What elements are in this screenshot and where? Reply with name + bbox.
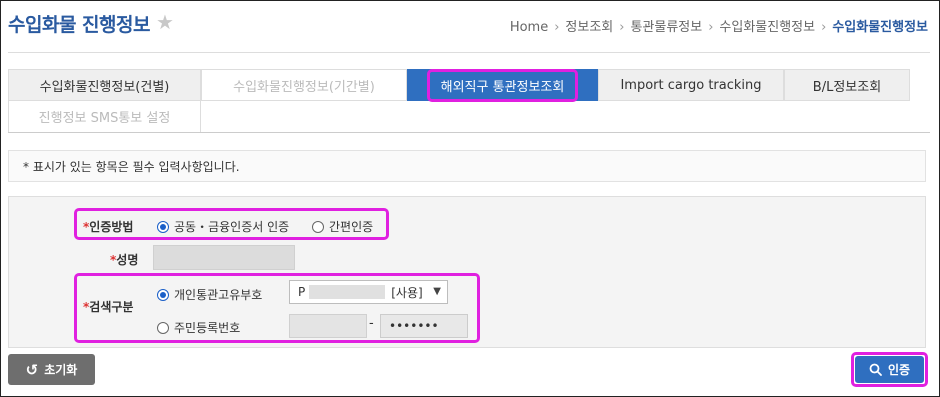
chevron-right-icon: › bbox=[619, 20, 625, 35]
rrn-front-field[interactable] bbox=[289, 314, 367, 338]
breadcrumb-home[interactable]: Home bbox=[510, 20, 548, 35]
rrn-option[interactable]: 주민등록번호 bbox=[157, 319, 240, 336]
radio-selected-icon[interactable] bbox=[157, 220, 169, 233]
customs-code-select[interactable]: P [사용] ▼ bbox=[289, 280, 448, 304]
radio-icon[interactable] bbox=[312, 220, 324, 233]
tab-bar: 수입화물진행정보(건별) 수입화물진행정보(기간별) 해외직구 통관정보조회 I… bbox=[8, 69, 910, 133]
search-type-label: *검색구분 bbox=[83, 300, 134, 314]
tab-sms-notification[interactable]: 진행정보 SMS통보 설정 bbox=[8, 101, 201, 133]
name-field[interactable] bbox=[153, 245, 295, 270]
required-notice: * 표시가 있는 항목은 필수 입력사항입니다. bbox=[8, 150, 926, 182]
auth-simple-option[interactable]: 간편인증 bbox=[312, 218, 373, 235]
tab-overseas-direct-purchase[interactable]: 해외직구 통관정보조회 bbox=[407, 69, 598, 101]
chevron-right-icon: › bbox=[821, 20, 827, 35]
header-divider bbox=[8, 52, 930, 53]
breadcrumb: Home › 정보조회 › 통관물류정보 › 수입화물진행정보 › 수입화물진행정보 bbox=[510, 16, 928, 35]
breadcrumb-item[interactable]: 통관물류정보 bbox=[630, 20, 702, 35]
search-form: *인증방법 공동・금융인증서 인증 간편인증 *성명 *검색구분 개인통관고유부… bbox=[8, 196, 926, 348]
page-title: 수입화물 진행정보 bbox=[8, 14, 150, 36]
tab-import-cargo-by-case[interactable]: 수입화물진행정보(건별) bbox=[8, 69, 201, 101]
breadcrumb-item[interactable]: 정보조회 bbox=[565, 20, 613, 35]
auth-method-label: *인증방법 bbox=[83, 220, 134, 234]
tab-divider bbox=[8, 132, 930, 133]
breadcrumb-current: 수입화물진행정보 bbox=[832, 20, 928, 35]
tab-bl-info[interactable]: B/L정보조회 bbox=[784, 69, 910, 101]
radio-icon[interactable] bbox=[157, 321, 169, 334]
radio-selected-icon[interactable] bbox=[157, 288, 169, 301]
chevron-right-icon: › bbox=[554, 20, 560, 35]
refresh-icon: ↺ bbox=[25, 360, 39, 379]
tab-import-cargo-by-period[interactable]: 수입화물진행정보(기간별) bbox=[201, 69, 407, 101]
chevron-down-icon: ▼ bbox=[433, 286, 441, 297]
auth-cert-option[interactable]: 공동・금융인증서 인증 bbox=[157, 218, 289, 235]
breadcrumb-item[interactable]: 수입화물진행정보 bbox=[719, 20, 815, 35]
rrn-dash: - bbox=[369, 316, 374, 331]
tab-import-cargo-tracking[interactable]: Import cargo tracking bbox=[598, 69, 784, 101]
customs-code-option[interactable]: 개인통관고유부호 bbox=[157, 286, 262, 303]
masked-value bbox=[309, 285, 386, 299]
auth-button[interactable]: 인증 bbox=[855, 356, 924, 383]
name-label: *성명 bbox=[110, 253, 139, 267]
rrn-back-field[interactable]: ••••••• bbox=[380, 314, 468, 338]
favorite-star-icon[interactable]: ★ bbox=[156, 10, 174, 34]
reset-button[interactable]: ↺ 초기화 bbox=[8, 354, 95, 385]
chevron-right-icon: › bbox=[708, 20, 714, 35]
search-icon bbox=[869, 363, 882, 376]
